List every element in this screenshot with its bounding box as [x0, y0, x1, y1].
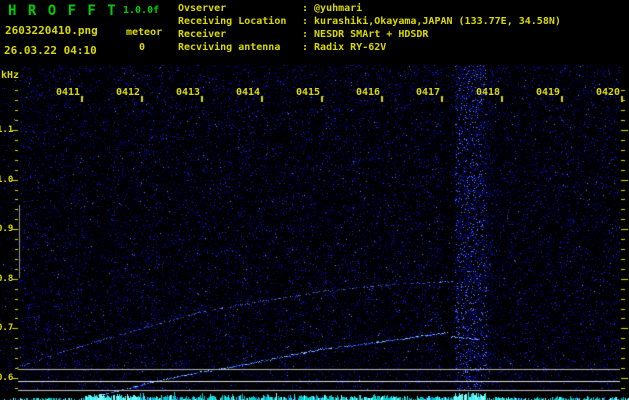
info-value: : NESDR SMArt + HDSDR — [302, 29, 429, 40]
info-label: Receiving Location — [178, 16, 287, 27]
info-label: Ovserver — [178, 3, 227, 14]
freq-axis-label: 0.8 — [0, 274, 14, 284]
info-value: : Radix RY-62V — [302, 42, 387, 53]
app-title: H R O F F T — [8, 3, 118, 19]
time-axis-label: 0412 — [116, 87, 141, 98]
time-axis-label: 0419 — [536, 87, 561, 98]
info-label: Recviving antenna — [178, 42, 281, 53]
freq-axis-label: 0.6 — [0, 373, 14, 383]
info-label: Receiver — [178, 29, 227, 40]
output-filename: 2603220410.png — [5, 24, 98, 37]
meteor-count: 0 — [139, 42, 146, 53]
meteor-label: meteor — [126, 27, 163, 38]
time-axis-label: 0418 — [476, 87, 501, 98]
info-value: : @yuhmari — [302, 3, 363, 14]
time-axis-label: 0411 — [56, 87, 81, 98]
info-row: Recviving antenna : Radix RY-62V — [178, 41, 561, 54]
info-row: Receiver : NESDR SMArt + HDSDR — [178, 28, 561, 41]
time-axis-label: 0417 — [416, 87, 441, 98]
info-value: : kurashiki,Okayama,JAPAN (133.77E, 34.5… — [302, 16, 561, 27]
freq-unit-label: kHz — [1, 70, 20, 81]
time-axis-label: 0415 — [296, 87, 321, 98]
freq-axis-label: 1.0 — [0, 175, 14, 185]
time-axis-label: 0414 — [236, 87, 261, 98]
freq-axis-label: 0.9 — [0, 224, 14, 234]
time-axis-label: 0416 — [356, 87, 381, 98]
time-axis-label: 0413 — [176, 87, 201, 98]
info-row: Ovserver : @yuhmari — [178, 2, 561, 15]
freq-axis-label: 1.1 — [0, 125, 14, 135]
freq-axis-label: 0.7 — [0, 323, 14, 333]
time-axis-label: 0420 — [596, 87, 621, 98]
hrofft-window: H R O F F T 1.0.0f 2603220410.png meteor… — [0, 0, 629, 400]
info-row: Receiving Location : kurashiki,Okayama,JA… — [178, 15, 561, 28]
app-version: 1.0.0f — [123, 5, 160, 16]
spectrogram-canvas — [0, 0, 629, 400]
station-info: Ovserver : @yuhmari Receiving Location : ku… — [178, 2, 561, 54]
datetime: 26.03.22 04:10 — [4, 44, 97, 57]
